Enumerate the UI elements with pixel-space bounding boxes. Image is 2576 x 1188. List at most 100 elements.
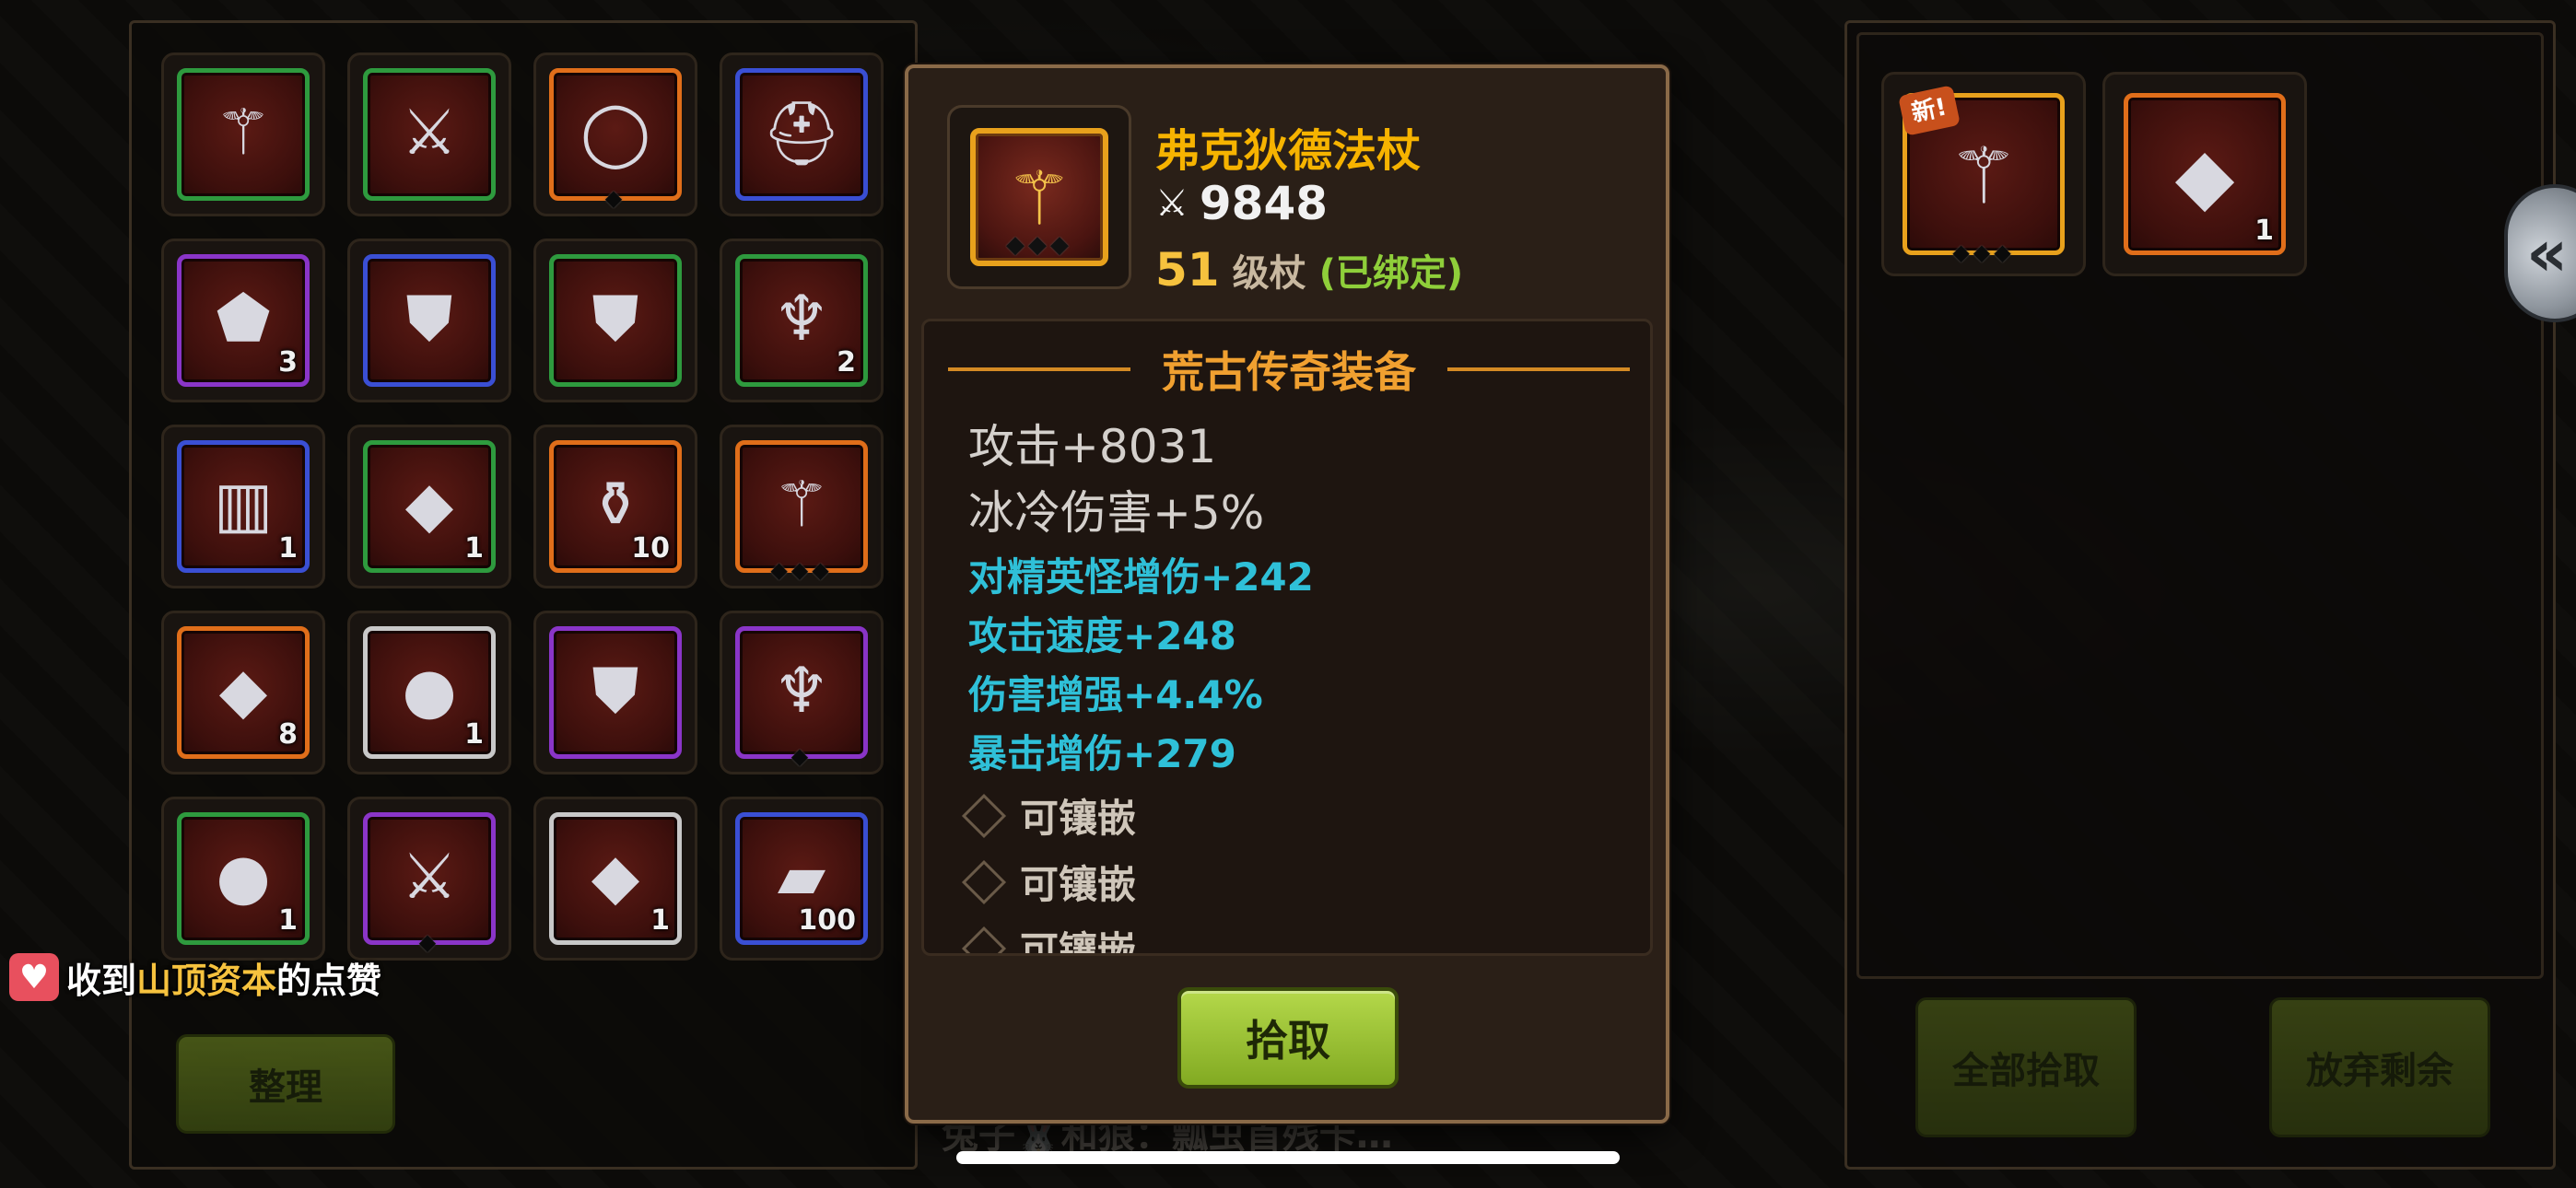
inventory-slot[interactable]: ● 1 — [161, 797, 325, 961]
inventory-item[interactable]: ▰ 100 — [735, 812, 868, 945]
demon-crest-icon: ♆ — [773, 283, 830, 355]
socket-slot: 可镶嵌 — [961, 854, 1137, 910]
inventory-slot[interactable]: ♆ ◆ — [720, 611, 884, 775]
ring-icon: ◯ — [580, 97, 651, 169]
inventory-item[interactable]: ♆ 2 — [735, 254, 868, 387]
item-count: 1 — [278, 532, 298, 565]
stats-box[interactable]: 荒古传奇装备 攻击+8031 冰冷伤害+5% 对精英怪增伤+242 攻击速度+2… — [921, 319, 1653, 956]
inventory-slot[interactable]: ◯ ◆ — [533, 52, 697, 216]
loot-slot[interactable]: ◆ 1 — [2102, 72, 2307, 276]
socket-pips: ◆◆◆ — [770, 557, 833, 583]
item-count: 1 — [464, 532, 484, 565]
inventory-item[interactable]: ● 1 — [363, 626, 496, 759]
socket-pips: ◆ — [418, 929, 440, 955]
inventory-item[interactable]: ◆ 8 — [177, 626, 310, 759]
helmet-icon: ⛑ — [761, 98, 842, 170]
pick-all-button[interactable]: 全部拾取 — [1915, 997, 2137, 1137]
item-count: 2 — [837, 346, 856, 379]
item-count: 1 — [278, 904, 298, 937]
inventory-slot[interactable]: ⚔ ◆ — [347, 797, 511, 961]
base-stat: 冰冷伤害+5% — [968, 486, 1265, 540]
divider — [948, 367, 1130, 371]
like-prefix: 收到 — [66, 960, 137, 1001]
inventory-slot[interactable]: ◆ 1 — [347, 425, 511, 588]
collapse-panel-tab[interactable]: « — [2504, 184, 2576, 322]
inventory-slot[interactable]: ⚔ — [347, 52, 511, 216]
inventory-item[interactable]: ⚔ ◆ — [363, 812, 496, 955]
inventory-item[interactable]: ⚱ 10 — [549, 440, 682, 573]
double-chevron-left-icon: « — [2526, 215, 2569, 291]
inventory-item[interactable]: ▥ 1 — [177, 440, 310, 573]
inventory-slot[interactable]: ▰ 100 — [720, 797, 884, 961]
inventory-slot[interactable]: ▥ 1 — [161, 425, 325, 588]
extra-stat: 攻击速度+248 — [968, 613, 1236, 658]
inventory-slot[interactable]: ⛊ — [533, 611, 697, 775]
power-row: ⚔ 9848 — [1155, 177, 1328, 230]
item-detail-popup: ⚚ ◆◆◆ 弗克狄德法杖 ⚔ 9848 51 级杖 (已绑定) 荒古传奇装备 攻… — [905, 64, 1669, 1124]
inventory-grid[interactable]: ⚚ ⚔ ◯ ◆ ⛑ ⬟ 3 ⛊ ⛊ ♆ 2 ▥ 1 ◆ 1 ⚱ 10 ⚚ ◆◆◆ ◆ 8 ● 1 ⛊ ♆ ◆ ● 1 ⚔ ◆ ◆ 1 ▰ 100 — [161, 52, 889, 1021]
inventory-slot[interactable]: ◆ 1 — [533, 797, 697, 961]
diamond-icon — [961, 926, 1007, 953]
home-indicator[interactable] — [956, 1151, 1620, 1164]
vest-icon: ⛊ — [591, 655, 639, 728]
inventory-slot[interactable]: ⬟ 3 — [161, 239, 325, 402]
inventory-item[interactable]: ⛊ — [549, 254, 682, 387]
scroll-icon: ▥ — [213, 469, 274, 542]
inventory-item[interactable]: ◯ ◆ — [549, 68, 682, 211]
purple-crystal-icon: ◆ — [218, 655, 268, 728]
diamond-icon — [961, 793, 1007, 838]
inventory-item[interactable]: ⚔ — [363, 68, 496, 201]
sword-icon: ⚔ — [401, 97, 458, 169]
inventory-slot[interactable]: ⛊ — [533, 239, 697, 402]
extra-stat: 暴击增伤+279 — [968, 731, 1236, 776]
power-value: 9848 — [1199, 177, 1329, 230]
inventory-item[interactable]: ⛊ — [363, 254, 496, 387]
inventory-slot[interactable]: ◆ 8 — [161, 611, 325, 775]
inventory-item[interactable]: ⚚ — [177, 68, 310, 201]
socket-pips: ◆◆◆ — [1952, 239, 2015, 265]
like-suffix: 的点赞 — [276, 960, 382, 1001]
inventory-item[interactable]: ⚚ ◆◆◆ — [735, 440, 868, 583]
inventory-item[interactable]: ● 1 — [177, 812, 310, 945]
inventory-slot[interactable]: ⛑ — [720, 52, 884, 216]
inventory-item[interactable]: ◆ 1 — [549, 812, 682, 945]
crystal-icon: ◆ — [404, 469, 454, 542]
new-badge: 新! — [1898, 85, 1961, 136]
inventory-slot[interactable]: ♆ 2 — [720, 239, 884, 402]
inventory-item[interactable]: ◆ 1 — [363, 440, 496, 573]
loot-item[interactable]: ⚚ ◆◆◆ 新! — [1898, 85, 2065, 265]
level-row: 51 级杖 (已绑定) — [1155, 243, 1463, 297]
item-icon-frame: ⚚ ◆◆◆ — [970, 128, 1108, 266]
item-name: 弗克狄德法杖 — [1155, 125, 1422, 177]
mace-icon: ⚚ — [215, 97, 272, 169]
item-level: 51 — [1155, 243, 1220, 297]
trident-icon: ♆ — [773, 655, 830, 728]
iron-ingot-icon: ▰ — [777, 841, 826, 914]
bound-status: (已绑定) — [1318, 252, 1464, 295]
loot-slot[interactable]: ⚚ ◆◆◆ 新! — [1881, 72, 2086, 276]
pickup-button[interactable]: 拾取 — [1177, 987, 1399, 1089]
rune-stone-icon: ⬟ — [216, 283, 271, 355]
sort-button[interactable]: 整理 — [176, 1034, 395, 1134]
item-level-type: 级杖 — [1232, 252, 1306, 295]
base-stat: 攻击+8031 — [968, 420, 1217, 473]
inventory-item[interactable]: ⬟ 3 — [177, 254, 310, 387]
item-count: 1 — [2254, 215, 2274, 247]
inventory-slot[interactable]: ⚚ — [161, 52, 325, 216]
rarity-header: 荒古传奇装备 — [948, 342, 1630, 397]
inventory-slot[interactable]: ● 1 — [347, 611, 511, 775]
inventory-slot[interactable]: ⚱ 10 — [533, 425, 697, 588]
inventory-slot[interactable]: ⛊ — [347, 239, 511, 402]
socket-label: 可镶嵌 — [1020, 862, 1137, 907]
inventory-item[interactable]: ⛊ — [549, 626, 682, 759]
inventory-slot[interactable]: ⚚ ◆◆◆ — [720, 425, 884, 588]
loot-list: ⚚ ◆◆◆ 新! ◆ 1 — [1856, 32, 2544, 979]
discard-rest-button[interactable]: 放弃剩余 — [2269, 997, 2490, 1137]
inventory-item[interactable]: ⛑ — [735, 68, 868, 201]
loot-panel: ⚚ ◆◆◆ 新! ◆ 1 全部拾取 放弃剩余 — [1844, 20, 2556, 1170]
chest-armor-icon: ⛊ — [405, 283, 453, 355]
crossed-swords-icon: ⚔ — [1155, 182, 1188, 225]
loot-item[interactable]: ◆ 1 — [2124, 93, 2286, 255]
inventory-item[interactable]: ♆ ◆ — [735, 626, 868, 769]
diamond-icon — [961, 859, 1007, 904]
